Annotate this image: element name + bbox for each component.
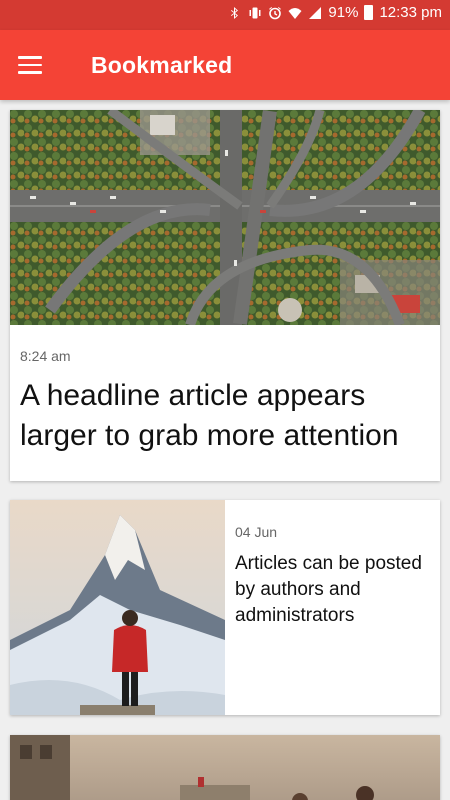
- wifi-icon: [288, 6, 302, 20]
- signal-icon: [308, 6, 322, 20]
- article-date: 8:24 am: [20, 348, 71, 364]
- article-card[interactable]: [10, 735, 440, 800]
- battery-percent: 91%: [328, 4, 359, 21]
- clock: 12:33 pm: [379, 4, 442, 21]
- vibrate-icon: [248, 6, 262, 20]
- featured-article-card[interactable]: 8:24 am A headline article appears large…: [10, 110, 440, 481]
- hamburger-menu-icon[interactable]: [18, 50, 52, 80]
- article-date: 04 Jun: [235, 524, 278, 540]
- alarm-icon: [268, 6, 282, 20]
- status-bar: 91% 12:33 pm: [0, 0, 450, 30]
- battery-icon: [364, 5, 374, 20]
- page-title: Bookmarked: [91, 52, 233, 78]
- mountain-hiker-image: [10, 500, 225, 715]
- status-icons: 91% 12:33 pm: [228, 4, 442, 21]
- aerial-highway-interchange-image: [10, 110, 440, 325]
- bluetooth-icon: [228, 6, 242, 20]
- article-card[interactable]: 04 Jun Articles can be posted by authors…: [10, 500, 440, 715]
- app-bar: Bookmarked: [0, 30, 450, 100]
- article-title[interactable]: Articles can be posted by authors and ad…: [235, 551, 430, 629]
- article-headline[interactable]: A headline article appears larger to gra…: [20, 376, 430, 456]
- city-street-people-image: [10, 735, 440, 800]
